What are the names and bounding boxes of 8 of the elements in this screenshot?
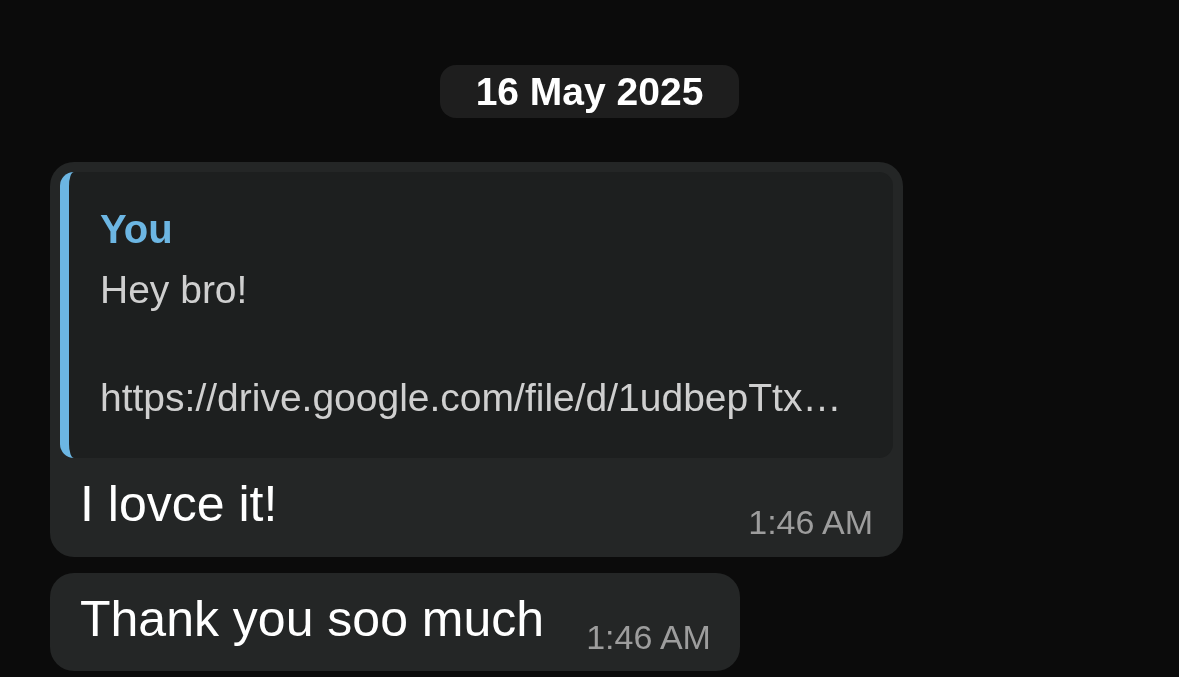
reply-quote[interactable]: You Hey bro! https://drive.google.com/file/d/1udbepTtx… <box>60 172 893 458</box>
quoted-sender-name: You <box>100 206 173 253</box>
date-separator: 16 May 2025 <box>439 65 740 118</box>
message-time: 1:46 AM <box>748 503 873 541</box>
quoted-message-text: Hey bro! https://drive.google.com/file/d/1udbepTtx… <box>100 267 842 421</box>
message-text: Thank you soo much <box>80 590 545 648</box>
message-time: 1:46 AM <box>586 618 711 656</box>
message-text: I lovce it! <box>80 475 278 533</box>
